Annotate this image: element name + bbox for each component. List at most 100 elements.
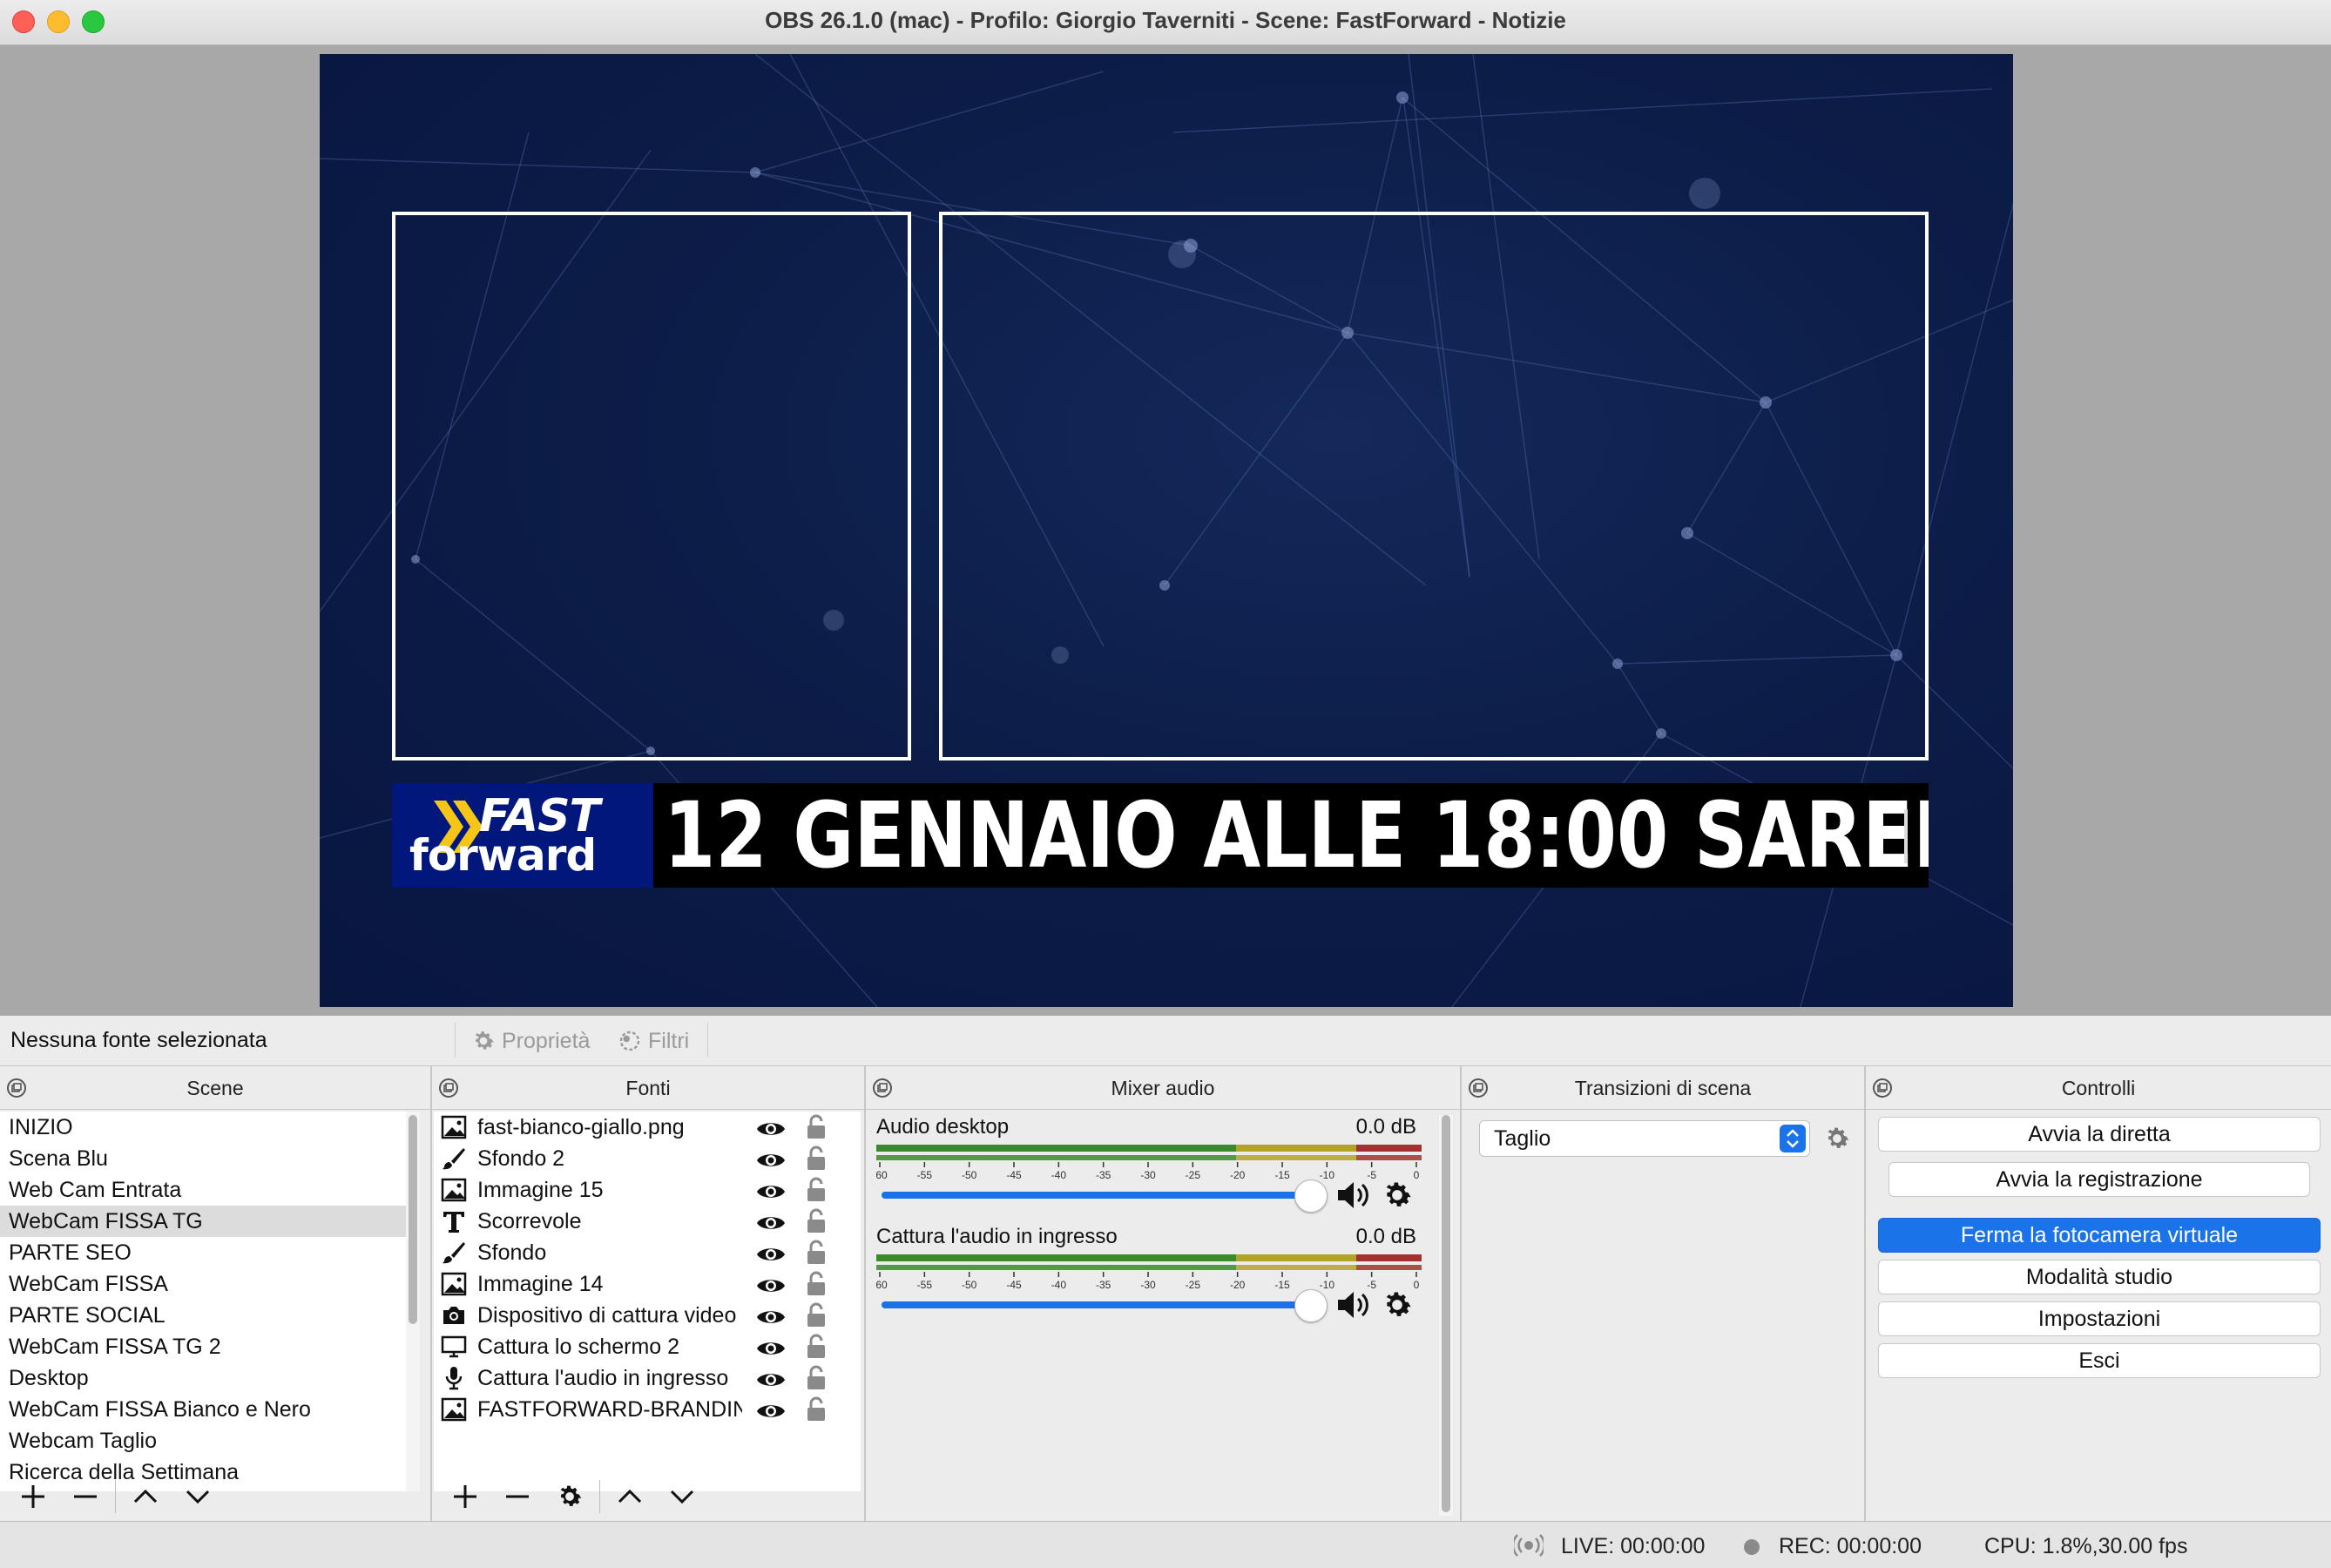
source-properties-button[interactable] bbox=[544, 1475, 596, 1518]
scene-item[interactable]: PARTE SOCIAL bbox=[0, 1300, 406, 1331]
channel-volume-db: 0.0 dB bbox=[1355, 1225, 1416, 1248]
meter-tick-label: -55 bbox=[917, 1279, 933, 1291]
source-item[interactable]: Cattura lo schermo 2 bbox=[434, 1331, 861, 1362]
exit-button[interactable]: Esci bbox=[1878, 1343, 2321, 1378]
plus-icon bbox=[454, 1485, 476, 1508]
volume-meter bbox=[876, 1155, 1422, 1160]
move-scene-up-button[interactable] bbox=[119, 1475, 172, 1518]
mixer-scrollbar[interactable] bbox=[1439, 1115, 1453, 1516]
source-item[interactable]: Sfondo bbox=[434, 1237, 861, 1268]
visibility-eye-icon[interactable] bbox=[756, 1399, 786, 1430]
source-item[interactable]: Scorrevole bbox=[434, 1206, 861, 1237]
image-icon bbox=[441, 1178, 467, 1202]
transition-select-value: Taglio bbox=[1494, 1126, 1551, 1151]
source-label: Sfondo 2 bbox=[477, 1146, 565, 1171]
lock-icon[interactable] bbox=[805, 1396, 828, 1431]
mixer-dock-header: Mixer audio bbox=[866, 1066, 1460, 1110]
sources-dock: Fonti fast-bianco-giallo.png Sfondo 2 Imma… bbox=[432, 1066, 866, 1521]
start-recording-button[interactable]: Avvia la registrazione bbox=[1888, 1162, 2310, 1197]
start-streaming-button[interactable]: Avvia la diretta bbox=[1878, 1117, 2321, 1152]
scene-item[interactable]: PARTE SEO bbox=[0, 1237, 406, 1268]
remove-scene-button[interactable] bbox=[59, 1475, 111, 1518]
add-source-button[interactable] bbox=[439, 1475, 491, 1518]
source-item[interactable]: Dispositivo di cattura video bbox=[434, 1300, 861, 1331]
scene-item[interactable]: WebCam FISSA TG 2 bbox=[0, 1331, 406, 1362]
divider bbox=[455, 1023, 456, 1058]
source-item[interactable]: Sfondo 2 bbox=[434, 1143, 861, 1174]
status-bar: LIVE: 00:00:00 REC: 00:00:00 CPU: 1.8%,3… bbox=[0, 1521, 2331, 1568]
scene-item[interactable]: Webcam Taglio bbox=[0, 1425, 406, 1456]
selected-source-label: Nessuna fonte selezionata bbox=[10, 1028, 267, 1052]
volume-meter bbox=[876, 1145, 1422, 1152]
remove-source-button[interactable] bbox=[491, 1475, 544, 1518]
source-item[interactable]: Immagine 15 bbox=[434, 1174, 861, 1206]
scene-item[interactable]: WebCam FISSA bbox=[0, 1268, 406, 1300]
sources-toolbar bbox=[432, 1472, 864, 1521]
meter-tick-label: -20 bbox=[1230, 1279, 1246, 1291]
scenes-dock: Scene INIZIO Scena Blu Web Cam Entrata WebC… bbox=[0, 1066, 432, 1521]
volume-slider[interactable] bbox=[882, 1192, 1317, 1199]
meter-tick-label: -30 bbox=[1140, 1279, 1156, 1291]
transition-select[interactable]: Taglio bbox=[1479, 1120, 1810, 1157]
source-label: Scorrevole bbox=[477, 1209, 582, 1233]
sources-list[interactable]: fast-bianco-giallo.png Sfondo 2 Immagine 1… bbox=[434, 1112, 861, 1491]
speaker-mute-icon[interactable] bbox=[1334, 1178, 1373, 1213]
volume-slider-handle[interactable] bbox=[1294, 1289, 1328, 1322]
meter-tick-label: -30 bbox=[1140, 1169, 1156, 1181]
filters-label: Filtri bbox=[648, 1028, 690, 1053]
camera-icon bbox=[441, 1303, 467, 1328]
filter-icon bbox=[619, 1031, 640, 1051]
move-source-down-button[interactable] bbox=[656, 1475, 708, 1518]
studio-mode-button[interactable]: Modalità studio bbox=[1878, 1260, 2321, 1294]
image-icon bbox=[441, 1272, 467, 1296]
source-label: Immagine 14 bbox=[477, 1272, 604, 1296]
scene-item[interactable]: INIZIO bbox=[0, 1112, 406, 1143]
divider bbox=[115, 1480, 116, 1513]
scenes-toolbar bbox=[0, 1472, 430, 1521]
preview-area[interactable]: FAST forward 12 GENNAIO ALLE 18:00 SAREM… bbox=[0, 45, 2331, 1016]
source-item[interactable]: fast-bianco-giallo.png bbox=[434, 1112, 861, 1143]
news-ticker: FAST forward 12 GENNAIO ALLE 18:00 SAREM… bbox=[392, 783, 1929, 888]
image-icon bbox=[441, 1397, 467, 1422]
scenes-list[interactable]: INIZIO Scena Blu Web Cam Entrata WebCam FIS… bbox=[0, 1112, 406, 1491]
properties-button[interactable]: Proprietà bbox=[470, 1024, 590, 1058]
scrollbar-thumb[interactable] bbox=[1442, 1115, 1450, 1512]
speaker-mute-icon[interactable] bbox=[1334, 1288, 1373, 1322]
scene-item[interactable]: WebCam FISSA TG bbox=[0, 1206, 406, 1237]
source-label: Cattura lo schermo 2 bbox=[477, 1335, 680, 1359]
minus-icon bbox=[74, 1495, 97, 1498]
add-scene-button[interactable] bbox=[7, 1475, 59, 1518]
meter-tick-label: -45 bbox=[1006, 1169, 1022, 1181]
source-item[interactable]: Immagine 14 bbox=[434, 1268, 861, 1300]
volume-slider-handle[interactable] bbox=[1294, 1179, 1328, 1213]
webcam-frame-right bbox=[939, 212, 1929, 760]
scene-item[interactable]: Scena Blu bbox=[0, 1143, 406, 1174]
move-source-up-button[interactable] bbox=[604, 1475, 656, 1518]
volume-meter bbox=[876, 1254, 1422, 1261]
gear-icon[interactable] bbox=[1380, 1178, 1415, 1213]
source-label: Immagine 15 bbox=[477, 1178, 604, 1202]
transition-properties-gear-icon[interactable] bbox=[1822, 1124, 1852, 1153]
scene-item[interactable]: WebCam FISSA Bianco e Nero bbox=[0, 1394, 406, 1425]
properties-label: Proprietà bbox=[502, 1028, 591, 1053]
meter-tick-label: -10 bbox=[1320, 1279, 1335, 1291]
source-label: Cattura l'audio in ingresso bbox=[477, 1366, 729, 1390]
scene-item[interactable]: Desktop bbox=[0, 1362, 406, 1394]
stop-virtual-camera-button[interactable]: Ferma la fotocamera virtuale bbox=[1878, 1218, 2321, 1253]
meter-tick-label: -10 bbox=[1320, 1169, 1335, 1181]
move-scene-down-button[interactable] bbox=[172, 1475, 224, 1518]
source-item[interactable]: FASTFORWARD-BRANDING bbox=[434, 1394, 861, 1425]
scenes-scrollbar[interactable] bbox=[406, 1112, 420, 1491]
source-item[interactable]: Cattura l'audio in ingresso bbox=[434, 1362, 861, 1394]
scene-item[interactable]: Web Cam Entrata bbox=[0, 1174, 406, 1206]
scrollbar-thumb[interactable] bbox=[409, 1115, 417, 1324]
preview-canvas[interactable]: FAST forward 12 GENNAIO ALLE 18:00 SAREM… bbox=[320, 54, 2013, 1007]
controls-dock-header: Controlli bbox=[1866, 1066, 2331, 1110]
settings-button[interactable]: Impostazioni bbox=[1878, 1301, 2321, 1336]
volume-slider[interactable] bbox=[882, 1301, 1317, 1308]
filters-button[interactable]: Filtri bbox=[617, 1024, 689, 1058]
source-label: FASTFORWARD-BRANDING bbox=[477, 1397, 742, 1422]
logo-text-forward: forward bbox=[409, 830, 597, 881]
gear-icon[interactable] bbox=[1380, 1288, 1415, 1322]
record-indicator-icon bbox=[1744, 1539, 1760, 1555]
